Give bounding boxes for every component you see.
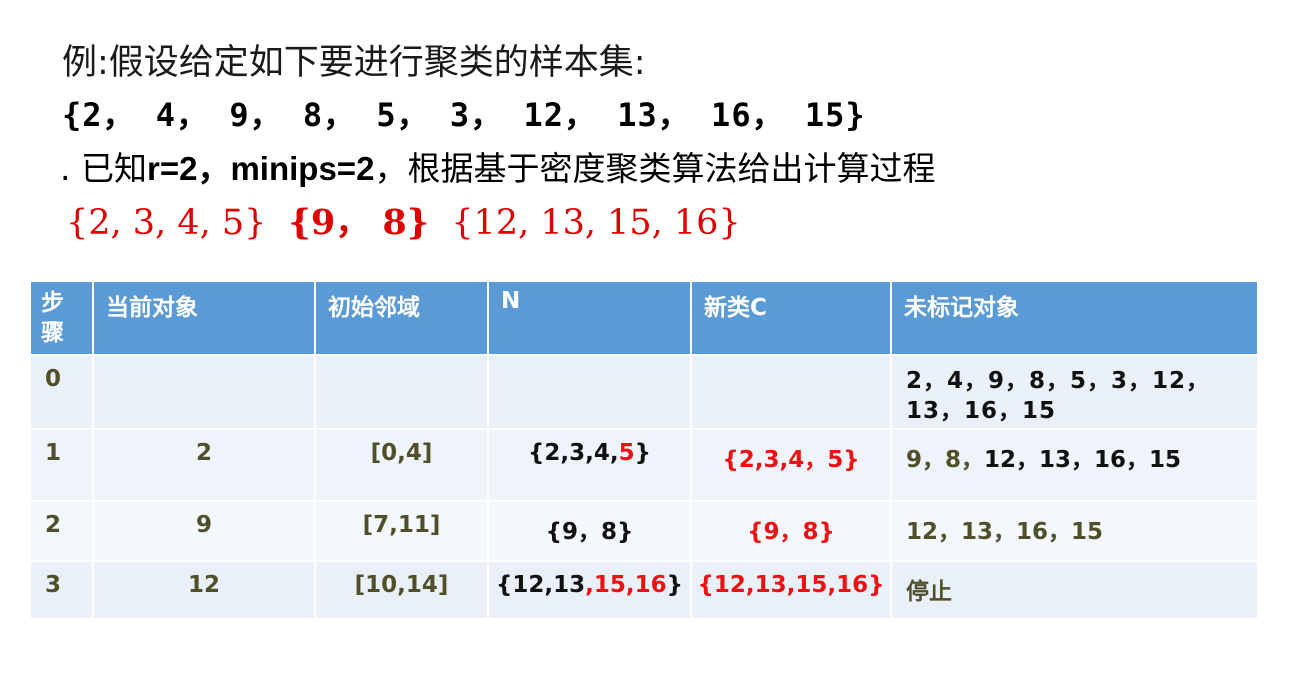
table-row: 3 12 [10,14] {12,13,15,16} {12,13,15,16}… [29, 560, 1259, 620]
neighborhood-cell: [10,14] [314, 560, 489, 620]
header-n: N [487, 280, 692, 356]
dbscan-steps-table: 步骤 当前对象 初始邻域 N 新类C 未标记对象 0 2，4，9，8，5，3，1… [29, 280, 1259, 620]
unmarked-cell: 12，13，16，15 [890, 500, 1259, 562]
neighborhood-cell: [7,11] [314, 500, 489, 562]
header-current-object: 当前对象 [92, 280, 316, 356]
header-unmarked-objects: 未标记对象 [890, 280, 1259, 356]
n-close: } [634, 440, 651, 466]
table-row: 0 2，4，9，8，5，3，12，13，16，15 [29, 354, 1259, 430]
table-row: 1 2 [0,4] {2,3,4,5} {2,3,4，5} 9，8，12，13，… [29, 428, 1259, 502]
step-cell: 1 [29, 428, 94, 502]
statement-params: r=2，minips=2 [146, 150, 375, 187]
n-cell: {2,3,4,5} [487, 428, 692, 502]
object-cell: 9 [92, 500, 316, 562]
n-cell [487, 354, 692, 430]
cluster-results: {2, 3, 4, 5} {9， 8} {12, 13, 15, 16} [66, 194, 763, 245]
n-new-part: 5 [618, 440, 635, 466]
n-part: {2,3,4, [528, 440, 619, 466]
neighborhood-cell: [0,4] [314, 428, 489, 502]
cluster-1: {2, 3, 4, 5} [66, 203, 267, 243]
statement-prefix: . 已知 [60, 149, 147, 188]
sample-set: {2， 4， 9， 8， 5， 3， 12， 13， 16， 15} [62, 96, 866, 134]
unmarked-part: 9，8， [906, 447, 985, 473]
object-cell: 2 [92, 428, 316, 502]
n-part: {12,13 [496, 572, 586, 598]
neighborhood-cell [314, 354, 489, 430]
unmarked-cell: 9，8，12，13，16，15 [890, 428, 1259, 502]
statement-suffix: ，根据基于密度聚类算法给出计算过程 [374, 149, 936, 188]
table-header-row: 步骤 当前对象 初始邻域 N 新类C 未标记对象 [29, 280, 1259, 356]
cluster-cell [690, 354, 892, 430]
example-title: 例:假设给定如下要进行聚类的样本集: [62, 43, 646, 83]
cluster-cell: {12,13,15,16} [690, 560, 892, 620]
cluster-2: {9， 8} [288, 202, 430, 243]
unmarked-rest: 12，13，16，15 [984, 447, 1182, 473]
step-cell: 3 [29, 560, 94, 620]
object-cell [92, 354, 316, 430]
header-initial-neighborhood: 初始邻域 [314, 280, 489, 356]
cluster-cell: {2,3,4，5} [690, 428, 892, 502]
header-new-cluster: 新类C [690, 280, 892, 356]
cluster-cell: {9，8} [690, 500, 892, 562]
n-new-part: ,15,16 [585, 572, 667, 598]
table-row: 2 9 [7,11] {9，8} {9，8} 12，13，16，15 [29, 500, 1259, 562]
unmarked-cell: 2，4，9，8，5，3，12，13，16，15 [890, 354, 1259, 430]
cluster-3: {12, 13, 15, 16} [451, 203, 741, 243]
header-step: 步骤 [29, 280, 94, 356]
n-cell: {12,13,15,16} [487, 560, 692, 620]
step-cell: 0 [29, 354, 94, 430]
object-cell: 12 [92, 560, 316, 620]
problem-statement: . 已知r=2，minips=2，根据基于密度聚类算法给出计算过程 [60, 142, 935, 190]
step-cell: 2 [29, 500, 94, 562]
n-close: } [666, 572, 683, 598]
n-cell: {9，8} [487, 500, 692, 562]
unmarked-cell: 停止 [890, 560, 1259, 620]
